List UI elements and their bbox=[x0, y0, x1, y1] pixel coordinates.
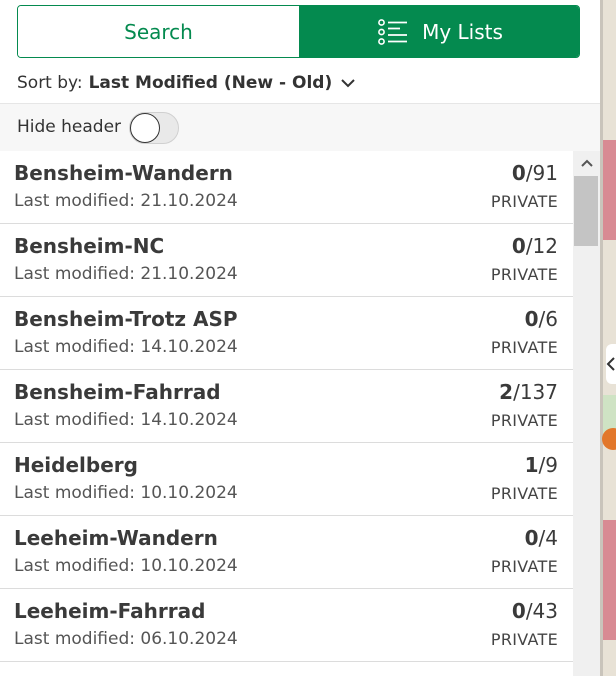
list-count: 0/4 bbox=[525, 526, 558, 550]
list-count-total: /137 bbox=[513, 380, 558, 404]
list-item[interactable]: Bensheim-Fahrrad Last modified: 14.10.20… bbox=[0, 370, 573, 443]
list-date: Last modified: 21.10.2024 bbox=[14, 191, 238, 211]
list-name: Leeheim-Wandern bbox=[14, 526, 218, 550]
list-item[interactable]: Leeheim-Wandern Last modified: 10.10.202… bbox=[0, 516, 573, 589]
privacy-badge: PRIVATE bbox=[490, 265, 558, 284]
list-icon bbox=[378, 18, 408, 45]
map-edge bbox=[600, 0, 616, 676]
list-item[interactable]: Bensheim-Wandern Last modified: 21.10.20… bbox=[0, 151, 573, 224]
header-options-bar: Hide header bbox=[0, 103, 600, 151]
tab-search-label: Search bbox=[124, 19, 193, 44]
list-count-done: 0 bbox=[524, 307, 539, 331]
hide-header-label: Hide header bbox=[17, 117, 122, 137]
tab-my-lists[interactable]: My Lists bbox=[300, 6, 579, 57]
list-count: 0/43 bbox=[512, 599, 558, 623]
list-item[interactable]: Bensheim-NC Last modified: 21.10.2024 0/… bbox=[0, 224, 573, 297]
list-item[interactable]: Heidelberg Last modified: 10.10.2024 1/9… bbox=[0, 443, 573, 516]
lists-panel: Search My Lists Sort by: Last Modified (… bbox=[0, 0, 600, 676]
scrollbar-thumb[interactable] bbox=[574, 176, 598, 246]
list-count-total: /91 bbox=[525, 161, 558, 185]
list-date: Last modified: 14.10.2024 bbox=[14, 337, 238, 357]
list-scrollbar[interactable] bbox=[573, 151, 600, 676]
list-count-total: /12 bbox=[525, 234, 558, 258]
list-count-done: 0 bbox=[524, 526, 539, 550]
list-date: Last modified: 14.10.2024 bbox=[14, 410, 238, 430]
saved-lists: Bensheim-Wandern Last modified: 21.10.20… bbox=[0, 151, 573, 676]
list-count-total: /6 bbox=[538, 307, 558, 331]
privacy-badge: PRIVATE bbox=[490, 338, 558, 357]
list-count: 2/137 bbox=[499, 380, 558, 404]
list-count-done: 0 bbox=[511, 161, 526, 185]
list-count-total: /9 bbox=[538, 453, 558, 477]
collapse-panel-handle[interactable] bbox=[606, 344, 616, 384]
list-count-done: 2 bbox=[499, 380, 514, 404]
list-date: Last modified: 10.10.2024 bbox=[14, 556, 238, 576]
privacy-badge: PRIVATE bbox=[490, 630, 558, 649]
list-item[interactable]: Bensheim-Trotz ASP Last modified: 14.10.… bbox=[0, 297, 573, 370]
list-name: Leeheim-Fahrrad bbox=[14, 599, 206, 623]
list-count-done: 0 bbox=[511, 234, 526, 258]
map-area-red bbox=[603, 140, 616, 240]
map-area-red bbox=[603, 520, 616, 640]
list-name: Bensheim-Wandern bbox=[14, 161, 233, 185]
chevron-left-icon bbox=[606, 357, 615, 371]
chevron-down-icon bbox=[340, 77, 356, 89]
list-date: Last modified: 06.10.2024 bbox=[14, 629, 238, 649]
list-count-total: /4 bbox=[538, 526, 558, 550]
privacy-badge: PRIVATE bbox=[490, 192, 558, 211]
list-name: Bensheim-NC bbox=[14, 234, 165, 258]
scroll-up-button[interactable] bbox=[573, 151, 600, 175]
tab-my-lists-label: My Lists bbox=[422, 19, 503, 44]
list-name: Bensheim-Fahrrad bbox=[14, 380, 221, 404]
tab-bar: Search My Lists bbox=[17, 5, 580, 58]
chevron-up-icon bbox=[580, 159, 593, 167]
list-count-total: /43 bbox=[525, 599, 558, 623]
list-name: Heidelberg bbox=[14, 453, 138, 477]
privacy-badge: PRIVATE bbox=[490, 411, 558, 430]
list-count: 0/12 bbox=[512, 234, 558, 258]
toggle-knob bbox=[130, 113, 160, 143]
hide-header-toggle[interactable] bbox=[129, 112, 179, 144]
list-date: Last modified: 10.10.2024 bbox=[14, 483, 238, 503]
list-count: 0/91 bbox=[512, 161, 558, 185]
list-date: Last modified: 21.10.2024 bbox=[14, 264, 238, 284]
list-count-done: 1 bbox=[524, 453, 539, 477]
list-count-done: 0 bbox=[511, 599, 526, 623]
privacy-badge: PRIVATE bbox=[490, 484, 558, 503]
sort-label: Sort by: bbox=[17, 73, 83, 93]
list-count: 0/6 bbox=[525, 307, 558, 331]
map-marker-icon[interactable] bbox=[602, 428, 616, 450]
sort-value: Last Modified (New - Old) bbox=[88, 73, 333, 93]
list-item[interactable]: Leeheim-Fahrrad Last modified: 06.10.202… bbox=[0, 589, 573, 662]
privacy-badge: PRIVATE bbox=[490, 557, 558, 576]
sort-dropdown[interactable]: Sort by: Last Modified (New - Old) bbox=[17, 70, 356, 96]
list-name: Bensheim-Trotz ASP bbox=[14, 307, 238, 331]
tab-search[interactable]: Search bbox=[18, 6, 300, 57]
list-count: 1/9 bbox=[525, 453, 558, 477]
